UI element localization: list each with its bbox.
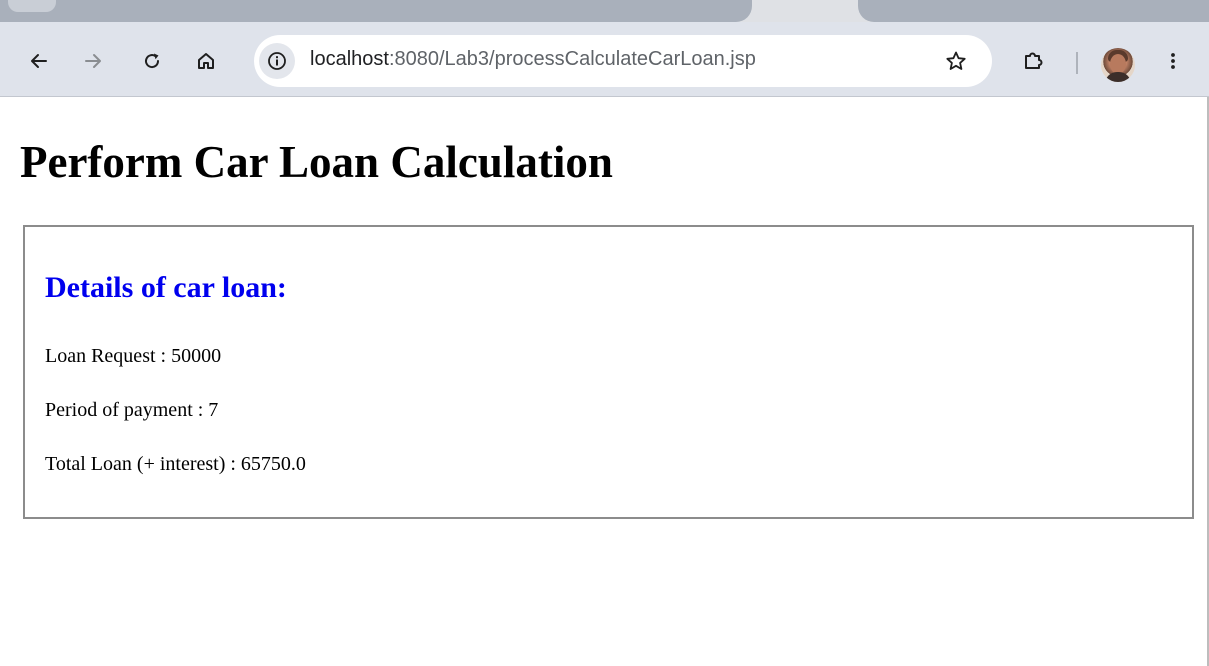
- avatar-face: [1110, 54, 1126, 74]
- inactive-tab-right[interactable]: [858, 0, 1209, 22]
- back-arrow-icon: [31, 54, 47, 68]
- puzzle-icon: [1025, 52, 1043, 69]
- loan-request-text: Loan Request : 50000: [45, 345, 222, 367]
- url-host: localhost: [310, 48, 389, 70]
- total-loan-text: Total Loan (+ interest) : 65750.0: [45, 453, 306, 475]
- address-bar[interactable]: localhost:8080/Lab3/processCalculateCarL…: [254, 35, 992, 87]
- url-path: :8080/Lab3/processCalculateCarLoan.jsp: [388, 48, 756, 70]
- payment-period-text: Period of payment : 7: [45, 399, 219, 421]
- home-button[interactable]: [189, 44, 223, 78]
- forward-arrow-icon: [85, 54, 101, 68]
- three-dots-icon: [1171, 53, 1175, 69]
- reload-button[interactable]: [135, 44, 169, 78]
- home-icon: [198, 53, 214, 69]
- info-icon: [268, 52, 286, 70]
- page-title: Perform Car Loan Calculation: [20, 137, 613, 187]
- star-icon: [946, 51, 966, 70]
- loan-details-box: Details of car loan: Loan Request : 5000…: [23, 225, 1194, 519]
- tab-nub: [8, 0, 56, 12]
- bookmark-button[interactable]: [940, 45, 972, 77]
- toolbar-divider: [1076, 52, 1078, 74]
- details-heading: Details of car loan:: [45, 271, 287, 304]
- tab-strip: [0, 0, 1209, 22]
- extensions-button[interactable]: [1016, 44, 1050, 78]
- inactive-tab-left[interactable]: [0, 0, 752, 22]
- site-info-button[interactable]: [259, 43, 295, 79]
- url-text[interactable]: localhost:8080/Lab3/processCalculateCarL…: [310, 48, 756, 71]
- forward-button[interactable]: [76, 44, 110, 78]
- reload-icon: [145, 53, 160, 69]
- browser-toolbar: localhost:8080/Lab3/processCalculateCarL…: [0, 22, 1209, 97]
- profile-avatar[interactable]: [1101, 48, 1135, 82]
- back-button[interactable]: [22, 44, 56, 78]
- menu-button[interactable]: [1156, 44, 1190, 78]
- avatar-body: [1105, 72, 1131, 82]
